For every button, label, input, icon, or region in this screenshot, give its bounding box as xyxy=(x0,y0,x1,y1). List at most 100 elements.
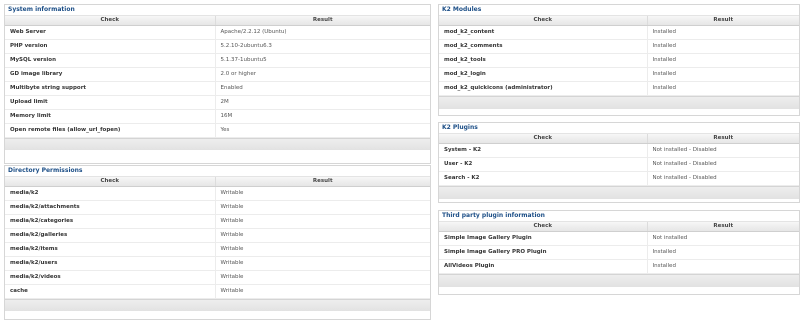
table-row: media/k2/videos Writable xyxy=(5,270,430,285)
table-row: GD image library 2.0 or higher xyxy=(5,67,430,82)
table-row: media/k2/items Writable xyxy=(5,242,430,257)
table-header-row: Check Result xyxy=(5,16,430,26)
check-cell: mod_k2_content xyxy=(439,25,648,40)
table-row: System - K2 Not installed - Disabled xyxy=(439,143,799,158)
check-cell: GD image library xyxy=(5,67,216,82)
table-footer xyxy=(439,96,799,109)
column-header-check: Check xyxy=(439,222,648,232)
result-cell: Writable xyxy=(215,200,430,215)
result-cell: 5.2.10-2ubuntu6.3 xyxy=(215,39,430,54)
table-header-row: Check Result xyxy=(439,16,799,26)
result-cell: Not installed - Disabled xyxy=(647,157,799,172)
table-footer xyxy=(5,138,430,150)
third-party-plugins-title: Third party plugin information xyxy=(439,211,799,222)
k2-plugins-title: K2 Plugins xyxy=(439,123,799,134)
table-row: Simple Image Gallery Plugin Not installed xyxy=(439,231,799,246)
k2-modules-panel: K2 Modules Check Result mod_k2_content In… xyxy=(438,4,800,116)
result-cell: Writable xyxy=(215,284,430,299)
table-row: mod_k2_quickicons (administrator) Install… xyxy=(439,81,799,96)
table-row: Web Server Apache/2.2.12 (Ubuntu) xyxy=(5,25,430,40)
table-row: media/k2/users Writable xyxy=(5,256,430,271)
result-cell: Not installed - Disabled xyxy=(647,171,799,186)
system-information-table: Check Result Web Server Apache/2.2.12 (Ub… xyxy=(5,16,430,138)
check-cell: MySQL version xyxy=(5,53,216,68)
column-header-check: Check xyxy=(439,16,648,26)
table-row: Multibyte string support Enabled xyxy=(5,81,430,96)
check-cell: Web Server xyxy=(5,25,216,40)
directory-permissions-title: Directory Permissions xyxy=(5,166,430,177)
result-cell: Installed xyxy=(647,53,799,68)
result-cell: 5.1.37-1ubuntu5 xyxy=(215,53,430,68)
table-footer xyxy=(5,299,430,311)
table-row: mod_k2_login Installed xyxy=(439,67,799,82)
table-row: User - K2 Not installed - Disabled xyxy=(439,157,799,172)
table-row: Simple Image Gallery PRO Plugin Installed xyxy=(439,245,799,260)
result-cell: Writable xyxy=(215,214,430,229)
k2-modules-table: Check Result mod_k2_content Installed mod… xyxy=(439,16,799,96)
k2-modules-title: K2 Modules xyxy=(439,5,799,16)
check-cell: mod_k2_quickicons (administrator) xyxy=(439,81,648,96)
result-cell: Installed xyxy=(647,39,799,54)
table-row: cache Writable xyxy=(5,284,430,299)
result-cell: Installed xyxy=(647,67,799,82)
system-information-panel: System information Check Result Web Serv… xyxy=(4,4,431,164)
check-cell: media/k2/attachments xyxy=(5,200,216,215)
result-cell: Not installed - Disabled xyxy=(647,143,799,158)
directory-permissions-panel: Directory Permissions Check Result media… xyxy=(4,165,431,320)
check-cell: mod_k2_tools xyxy=(439,53,648,68)
check-cell: AllVideos Plugin xyxy=(439,259,648,274)
k2-plugins-panel: K2 Plugins Check Result System - K2 Not i… xyxy=(438,122,800,203)
check-cell: media/k2 xyxy=(5,186,216,201)
table-row: Open remote files (allow_url_fopen) Yes xyxy=(5,123,430,138)
column-header-check: Check xyxy=(5,16,216,26)
table-row: Memory limit 16M xyxy=(5,109,430,124)
result-cell: Writable xyxy=(215,270,430,285)
table-row: Upload limit 2M xyxy=(5,95,430,110)
result-cell: Installed xyxy=(647,245,799,260)
result-cell: Writable xyxy=(215,228,430,243)
check-cell: mod_k2_login xyxy=(439,67,648,82)
check-cell: Multibyte string support xyxy=(5,81,216,96)
check-cell: Simple Image Gallery Plugin xyxy=(439,231,648,246)
check-cell: media/k2/categories xyxy=(5,214,216,229)
result-cell: 2M xyxy=(215,95,430,110)
third-party-plugins-table: Check Result Simple Image Gallery Plugin… xyxy=(439,222,799,274)
table-footer xyxy=(439,274,799,287)
table-header-row: Check Result xyxy=(439,134,799,144)
table-header-row: Check Result xyxy=(5,177,430,187)
check-cell: Upload limit xyxy=(5,95,216,110)
table-row: media/k2/galleries Writable xyxy=(5,228,430,243)
column-header-check: Check xyxy=(439,134,648,144)
check-cell: Simple Image Gallery PRO Plugin xyxy=(439,245,648,260)
table-header-row: Check Result xyxy=(439,222,799,232)
check-cell: media/k2/items xyxy=(5,242,216,257)
table-row: PHP version 5.2.10-2ubuntu6.3 xyxy=(5,39,430,54)
check-cell: media/k2/users xyxy=(5,256,216,271)
check-cell: Open remote files (allow_url_fopen) xyxy=(5,123,216,138)
result-cell: Not installed xyxy=(647,231,799,246)
table-row: media/k2 Writable xyxy=(5,186,430,201)
result-cell: Enabled xyxy=(215,81,430,96)
result-cell: Writable xyxy=(215,242,430,257)
result-cell: Installed xyxy=(647,25,799,40)
check-cell: mod_k2_comments xyxy=(439,39,648,54)
check-cell: PHP version xyxy=(5,39,216,54)
result-cell: Apache/2.2.12 (Ubuntu) xyxy=(215,25,430,40)
check-cell: Memory limit xyxy=(5,109,216,124)
check-cell: System - K2 xyxy=(439,143,648,158)
directory-permissions-table: Check Result media/k2 Writable media/k2/a… xyxy=(5,177,430,299)
result-cell: 16M xyxy=(215,109,430,124)
result-cell: Writable xyxy=(215,186,430,201)
result-cell: Installed xyxy=(647,81,799,96)
column-header-result: Result xyxy=(647,222,799,232)
table-row: MySQL version 5.1.37-1ubuntu5 xyxy=(5,53,430,68)
check-cell: media/k2/galleries xyxy=(5,228,216,243)
k2-plugins-table: Check Result System - K2 Not installed - … xyxy=(439,134,799,186)
system-information-title: System information xyxy=(5,5,430,16)
table-footer xyxy=(439,186,799,199)
result-cell: Installed xyxy=(647,259,799,274)
check-cell: User - K2 xyxy=(439,157,648,172)
column-header-result: Result xyxy=(647,16,799,26)
result-cell: Writable xyxy=(215,256,430,271)
table-row: mod_k2_tools Installed xyxy=(439,53,799,68)
